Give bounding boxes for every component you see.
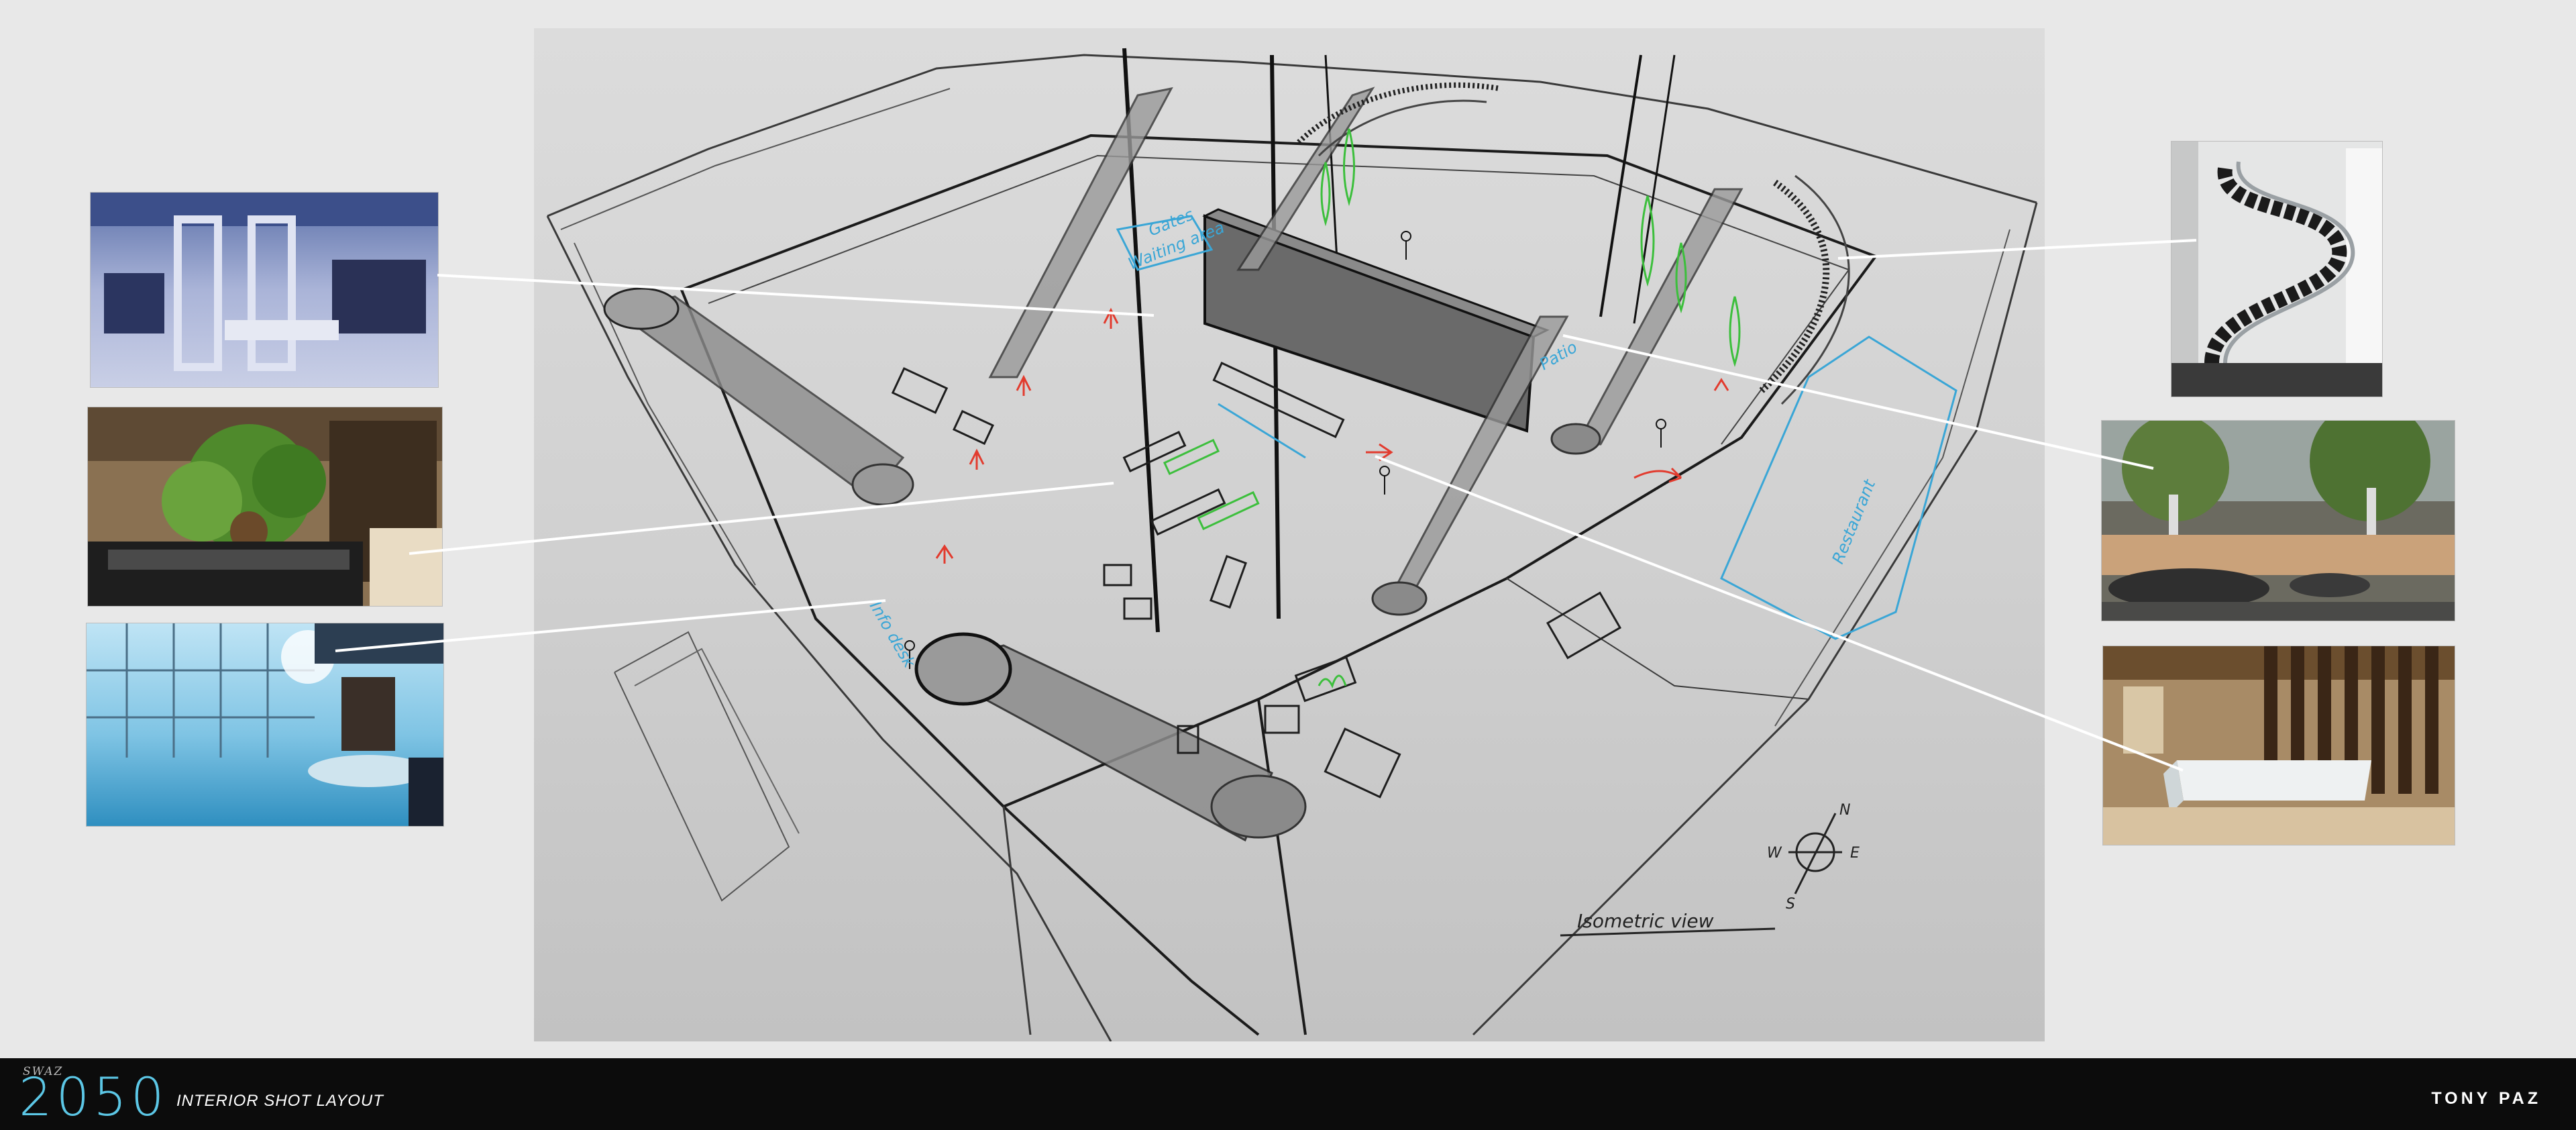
footer-bar: SWAZ 2050 INTERIOR SHOT LAYOUT TONY PAZ <box>0 1058 2576 1130</box>
security-checkpoint-photo <box>90 192 439 388</box>
info-desk-label: Info desk <box>866 598 920 672</box>
sketch-drawing: Restaurant Patio Gates Waiting area Info… <box>546 48 2038 1041</box>
isometric-sketch: Restaurant Patio Gates Waiting area Info… <box>534 28 2045 1041</box>
reception-desk-photo <box>2102 646 2455 845</box>
logo-2050: 2050 <box>19 1068 168 1128</box>
page-subtitle: INTERIOR SHOT LAYOUT <box>176 1092 384 1110</box>
restaurant-label: Restaurant <box>1829 476 1880 566</box>
view-label: Isometric view <box>1577 910 1714 932</box>
author-name: TONY PAZ <box>2431 1089 2541 1108</box>
compass <box>1788 813 1842 894</box>
glass-terminal-photo <box>86 623 444 827</box>
compass-north: N <box>1839 802 1850 819</box>
compass-south: S <box>1786 896 1795 913</box>
compass-west: W <box>1767 845 1782 862</box>
planter-lounge-photo <box>87 407 443 607</box>
compass-east: E <box>1850 845 1860 862</box>
spiral-staircase-photo <box>2171 141 2383 397</box>
atrium-dining-photo <box>2101 420 2455 621</box>
